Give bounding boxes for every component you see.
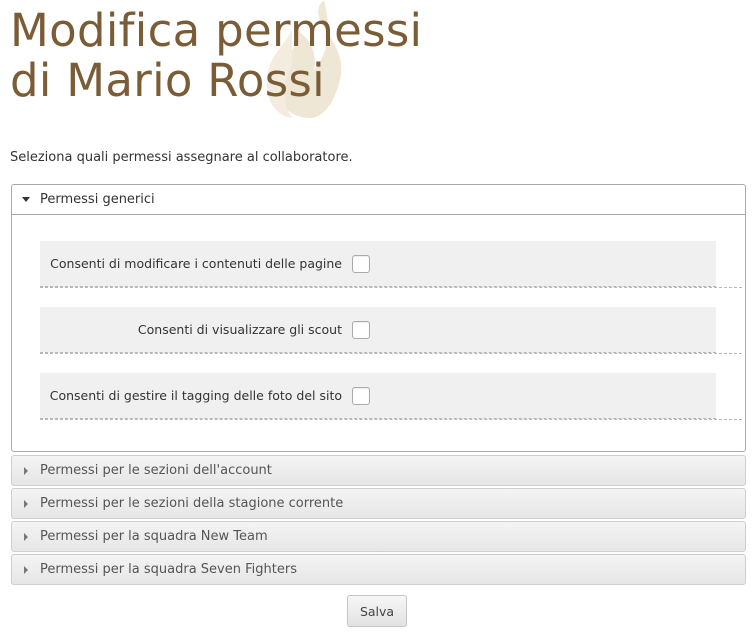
panel-account-sections-label: Permessi per le sezioni dell'account [40,463,272,478]
save-button[interactable]: Salva [347,595,407,627]
permission-label-photo-tagging: Consenti di gestire il tagging delle fot… [49,388,342,403]
caret-right-icon [24,565,28,574]
permission-row-edit-pages: Consenti di modificare i contenuti delle… [40,241,716,287]
permission-checkbox-view-scouts[interactable] [352,320,370,339]
page-title-line1: Modifica permessi [10,4,423,57]
panel-general-permissions-header[interactable]: Permessi generici [12,185,745,215]
panel-general-permissions: Permessi generici Consenti di modificare… [11,184,746,452]
panel-team-new-team[interactable]: Permessi per la squadra New Team [11,521,746,552]
panel-team-new-team-label: Permessi per la squadra New Team [40,529,268,544]
permission-row-view-scouts: Consenti di visualizzare gli scout [40,307,716,353]
page-title: Modifica permessi di Mario Rossi [10,6,422,106]
permission-checkbox-edit-pages[interactable] [352,254,370,273]
page-title-line2: di Mario Rossi [10,54,325,107]
panel-account-sections[interactable]: Permessi per le sezioni dell'account [11,455,746,486]
panel-current-season-sections-label: Permessi per le sezioni della stagione c… [40,496,344,511]
panel-current-season-sections[interactable]: Permessi per le sezioni della stagione c… [11,488,746,519]
panel-team-seven-fighters[interactable]: Permessi per la squadra Seven Fighters [11,554,746,585]
permission-checkbox-photo-tagging[interactable] [352,386,370,405]
row-divider [40,353,742,354]
caret-right-icon [24,532,28,541]
caret-right-icon [24,499,28,508]
panel-general-permissions-label: Permessi generici [40,192,155,207]
row-divider [40,287,742,288]
caret-right-icon [24,466,28,475]
permission-row-photo-tagging: Consenti di gestire il tagging delle fot… [40,373,716,419]
panel-team-seven-fighters-label: Permessi per la squadra Seven Fighters [40,562,297,577]
permission-label-edit-pages: Consenti di modificare i contenuti delle… [50,256,342,271]
intro-text: Seleziona quali permessi assegnare al co… [10,150,353,165]
permission-label-view-scouts: Consenti di visualizzare gli scout [137,322,342,337]
row-divider [40,419,742,420]
caret-down-icon [22,197,30,202]
